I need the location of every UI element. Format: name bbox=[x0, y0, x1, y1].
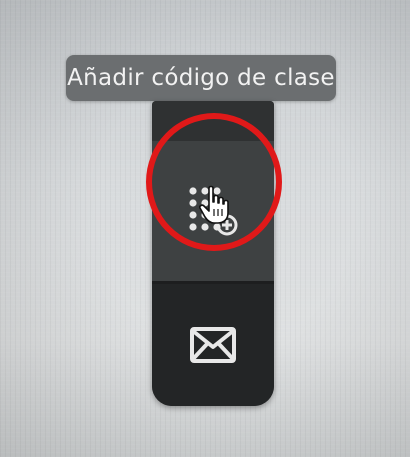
tooltip: Añadir código de clase bbox=[66, 55, 336, 101]
hand-cursor-icon bbox=[198, 185, 232, 229]
toolbar-top bbox=[152, 101, 274, 141]
mail-icon bbox=[189, 326, 237, 364]
message-button[interactable] bbox=[152, 284, 274, 406]
tooltip-text: Añadir código de clase bbox=[67, 65, 335, 91]
side-toolbar bbox=[152, 101, 274, 406]
